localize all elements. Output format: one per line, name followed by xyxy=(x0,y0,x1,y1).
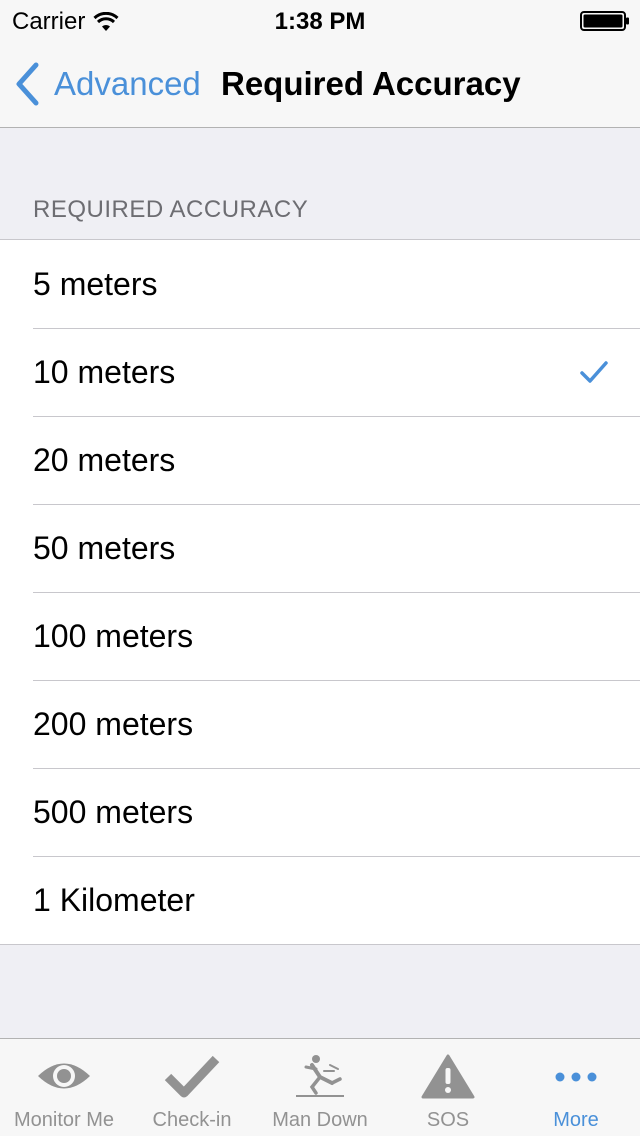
back-button[interactable]: Advanced xyxy=(14,40,201,128)
option-row-200-meters[interactable]: 200 meters xyxy=(0,680,640,768)
chevron-left-icon xyxy=(16,62,39,106)
option-row-1-kilometer[interactable]: 1 Kilometer xyxy=(0,856,640,944)
option-label: 200 meters xyxy=(33,705,194,742)
option-row-20-meters[interactable]: 20 meters xyxy=(0,416,640,504)
option-row-5-meters[interactable]: 5 meters xyxy=(0,240,640,328)
status-time: 1:38 PM xyxy=(274,8,366,35)
tab-bar: Monitor Me Check-in Man Down SOS More xyxy=(0,1038,640,1136)
back-button-label: Advanced xyxy=(54,65,201,102)
tab-label: SOS xyxy=(426,1109,470,1131)
checkmark-icon xyxy=(164,1055,220,1098)
tab-label: Monitor Me xyxy=(13,1109,115,1131)
option-label: 100 meters xyxy=(33,617,194,654)
tab-sos[interactable]: SOS xyxy=(384,1039,512,1136)
tab-label: More xyxy=(553,1109,599,1131)
status-bar: Carrier 1:38 PM xyxy=(0,0,640,40)
option-row-500-meters[interactable]: 500 meters xyxy=(0,768,640,856)
checkmark-icon xyxy=(580,361,608,383)
tab-man-down[interactable]: Man Down xyxy=(256,1039,384,1136)
option-label: 500 meters xyxy=(33,793,194,830)
battery-icon xyxy=(580,11,629,31)
option-label: 10 meters xyxy=(33,353,176,390)
section-header: REQUIRED ACCURACY xyxy=(33,196,309,223)
falling-person-icon xyxy=(296,1055,344,1097)
more-dots-icon xyxy=(555,1072,597,1082)
tab-label: Check-in xyxy=(152,1109,232,1131)
accuracy-options-list: 5 meters 10 meters 20 meters 50 meters 1… xyxy=(0,239,640,945)
option-label: 50 meters xyxy=(33,529,176,566)
navigation-bar: Advanced Required Accuracy xyxy=(0,40,640,128)
option-label: 20 meters xyxy=(33,441,176,478)
option-label: 5 meters xyxy=(33,265,158,302)
option-label: 1 Kilometer xyxy=(33,881,195,918)
option-row-100-meters[interactable]: 100 meters xyxy=(0,592,640,680)
warning-icon xyxy=(421,1054,475,1099)
page-title: Required Accuracy xyxy=(221,65,521,102)
option-row-50-meters[interactable]: 50 meters xyxy=(0,504,640,592)
option-row-10-meters[interactable]: 10 meters xyxy=(0,328,640,416)
tab-monitor-me[interactable]: Monitor Me xyxy=(0,1039,128,1136)
tab-more[interactable]: More xyxy=(512,1039,640,1136)
tab-check-in[interactable]: Check-in xyxy=(128,1039,256,1136)
eye-icon xyxy=(38,1063,90,1089)
tab-label: Man Down xyxy=(272,1109,368,1131)
